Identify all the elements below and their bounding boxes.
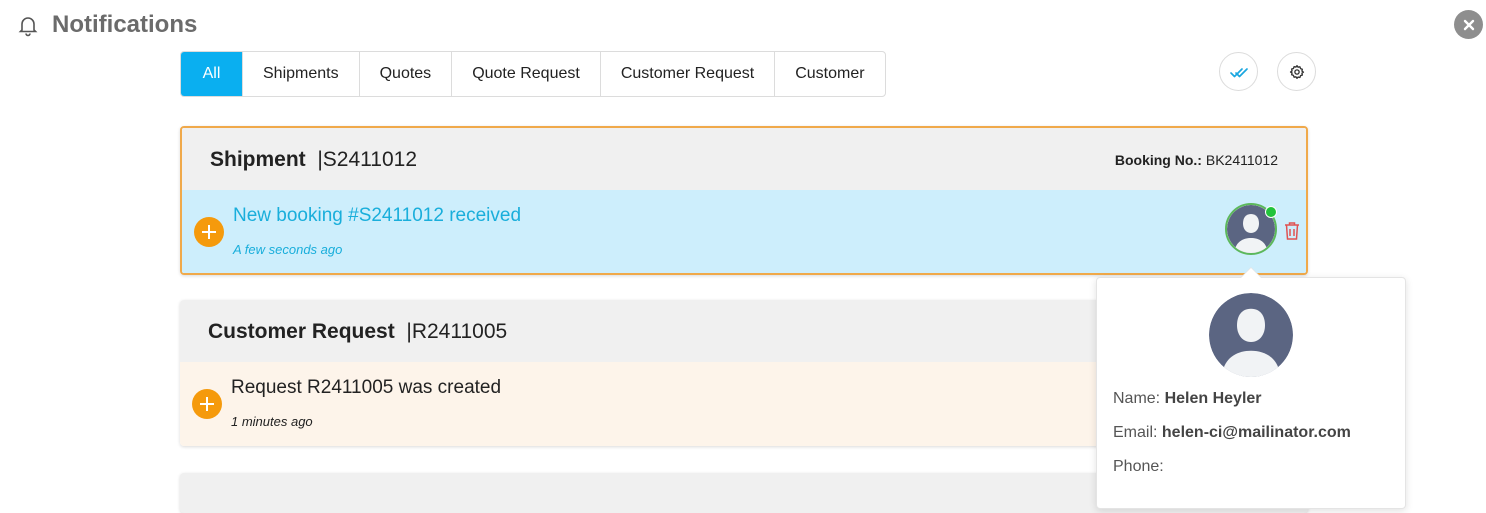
notification-time: A few seconds ago xyxy=(233,242,343,257)
user-name-field: Name: Helen Heyler xyxy=(1113,390,1262,407)
tab-quote-request[interactable]: Quote Request xyxy=(452,52,601,96)
tab-bar: All Shipments Quotes Quote Request Custo… xyxy=(180,51,886,97)
user-email: helen-ci@mailinator.com xyxy=(1161,424,1351,441)
plus-icon[interactable] xyxy=(194,217,224,247)
notification-id: |S2411012 xyxy=(317,148,418,171)
plus-icon[interactable] xyxy=(192,389,222,419)
notification-time: 1 minutes ago xyxy=(231,414,313,429)
mark-all-read-button[interactable] xyxy=(1219,52,1258,91)
popup-arrow xyxy=(1241,268,1261,278)
tab-customer-request[interactable]: Customer Request xyxy=(601,52,776,96)
notification-card[interactable]: Shipment |S2411012 Booking No.: BK241101… xyxy=(180,126,1308,275)
online-status-dot xyxy=(1265,206,1277,218)
booking-label: Booking No.: xyxy=(1114,152,1202,168)
gear-icon xyxy=(1289,64,1304,79)
card-body: New booking #S2411012 received A few sec… xyxy=(182,190,1306,273)
notification-message[interactable]: New booking #S2411012 received xyxy=(233,205,521,227)
tab-customer[interactable]: Customer xyxy=(775,52,884,96)
settings-button[interactable] xyxy=(1277,52,1316,91)
user-name: Helen Heyler xyxy=(1164,390,1262,407)
user-info-popup: Name: Helen Heyler Email: helen-ci@maili… xyxy=(1096,277,1406,509)
notification-type: Customer Request xyxy=(208,320,395,343)
tab-quotes[interactable]: Quotes xyxy=(360,52,453,96)
page-title: Notifications xyxy=(52,11,198,38)
tab-shipments[interactable]: Shipments xyxy=(243,52,360,96)
user-phone-field: Phone: xyxy=(1113,458,1164,475)
trash-icon[interactable] xyxy=(1283,221,1301,241)
booking-value: BK2411012 xyxy=(1205,152,1278,168)
booking-number: Booking No.: BK2411012 xyxy=(1115,152,1278,168)
tab-all[interactable]: All xyxy=(181,52,243,96)
close-button[interactable] xyxy=(1454,10,1483,39)
bell-icon xyxy=(16,13,40,37)
notification-type: Shipment xyxy=(210,148,306,171)
card-header: Shipment |S2411012 Booking No.: BK241101… xyxy=(182,128,1306,190)
user-email-field: Email: helen-ci@mailinator.com xyxy=(1113,424,1351,441)
close-icon xyxy=(1463,19,1474,30)
notification-message[interactable]: Request R2411005 was created xyxy=(231,377,501,399)
notification-id: |R2411005 xyxy=(406,320,508,343)
double-check-icon xyxy=(1229,67,1248,77)
avatar xyxy=(1209,293,1293,377)
